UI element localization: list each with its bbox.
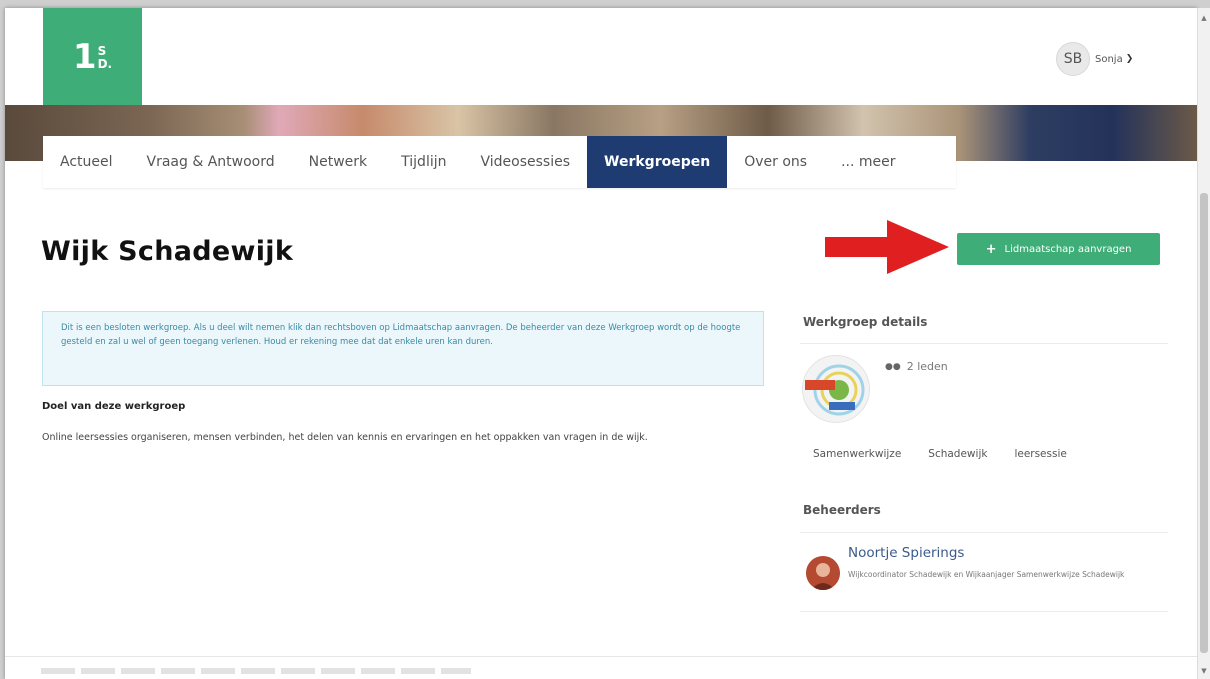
tab-videosessies[interactable]: Videosessies — [464, 136, 588, 188]
user-menu[interactable]: SB Sonja ❯ — [1056, 42, 1133, 76]
tag-list: Samenwerkwijze Schadewijk leersessie — [813, 448, 1094, 460]
admin-name-link[interactable]: Noortje Spierings — [848, 545, 964, 561]
tab-vraag-antwoord[interactable]: Vraag & Antwoord — [130, 136, 292, 188]
group-logo-icon — [805, 364, 865, 416]
red-arrow-annotation — [825, 220, 949, 274]
users-icon: ●● — [885, 361, 901, 372]
footer-divider — [5, 656, 1197, 657]
user-name[interactable]: Sonja — [1095, 54, 1123, 65]
footer-text-blur — [41, 668, 471, 674]
browser-window: 1 S D. SB Sonja ❯ Actueel Vraag & Antwoo… — [5, 8, 1197, 679]
scroll-up-icon[interactable]: ▲ — [1198, 12, 1210, 24]
request-membership-button[interactable]: + Lidmaatschap aanvragen — [957, 233, 1160, 265]
user-avatar[interactable]: SB — [1056, 42, 1090, 76]
site-logo[interactable]: 1 S D. — [43, 8, 142, 105]
tab-netwerk[interactable]: Netwerk — [292, 136, 385, 188]
arrow-shape — [825, 220, 949, 274]
page-title: Wijk Schadewijk — [41, 236, 294, 267]
tag-item[interactable]: leersessie — [1014, 448, 1066, 460]
scroll-down-icon[interactable]: ▼ — [1198, 665, 1210, 677]
admins-divider — [800, 532, 1168, 533]
goal-text: Online leersessies organiseren, mensen v… — [42, 432, 648, 443]
logo-s: S — [97, 43, 107, 58]
admin-photo-icon — [806, 556, 840, 590]
tag-item[interactable]: Samenwerkwijze — [813, 448, 901, 460]
logo-letters: S D. — [97, 43, 113, 71]
vertical-scrollbar[interactable]: ▲ ▼ — [1197, 8, 1210, 679]
admins-heading: Beheerders — [803, 503, 881, 517]
tab-actueel[interactable]: Actueel — [43, 136, 130, 188]
member-count[interactable]: ●● 2 leden — [885, 360, 948, 373]
tag-item[interactable]: Schadewijk — [928, 448, 987, 460]
admins-bottom-divider — [800, 611, 1168, 612]
admin-avatar[interactable] — [806, 556, 840, 590]
request-membership-label: Lidmaatschap aanvragen — [1004, 243, 1132, 255]
logo-d: D. — [97, 56, 113, 71]
tab-meer[interactable]: ... meer — [824, 136, 912, 188]
logo-mark: 1 — [72, 36, 97, 77]
main-nav-tabs: Actueel Vraag & Antwoord Netwerk Tijdlij… — [43, 136, 956, 188]
group-image — [802, 355, 870, 423]
details-divider — [800, 343, 1168, 344]
member-count-label: 2 leden — [906, 360, 948, 373]
goal-heading: Doel van deze werkgroep — [42, 401, 186, 412]
tab-tijdlijn[interactable]: Tijdlijn — [384, 136, 463, 188]
tab-over-ons[interactable]: Over ons — [727, 136, 824, 188]
tab-werkgroepen[interactable]: Werkgroepen — [587, 136, 728, 188]
details-heading: Werkgroep details — [803, 315, 928, 329]
admin-role: Wijkcoordinator Schadewijk en Wijkaanjag… — [848, 570, 1125, 579]
closed-group-notice: Dit is een besloten werkgroep. Als u dee… — [42, 311, 764, 386]
top-bar: 1 S D. SB Sonja ❯ — [5, 8, 1197, 105]
chevron-down-icon[interactable]: ❯ — [1126, 54, 1134, 64]
plus-icon: + — [985, 241, 997, 257]
scrollbar-thumb[interactable] — [1200, 193, 1208, 653]
